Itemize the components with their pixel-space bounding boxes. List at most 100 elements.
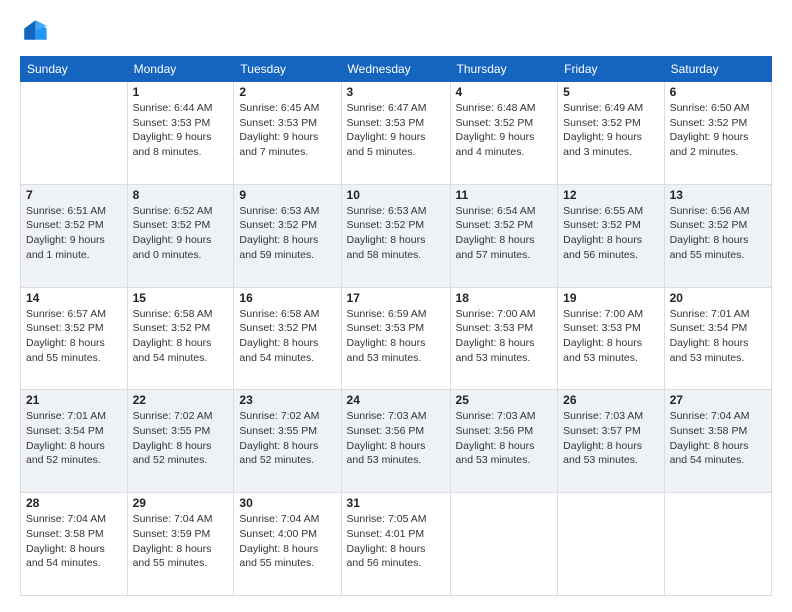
calendar-cell: 15Sunrise: 6:58 AM Sunset: 3:52 PM Dayli…	[127, 287, 234, 390]
cell-day-number: 20	[670, 291, 766, 305]
cell-info: Sunrise: 7:04 AM Sunset: 3:58 PM Dayligh…	[670, 409, 766, 468]
cell-day-number: 1	[133, 85, 229, 99]
calendar-cell: 1 Sunrise: 6:44 AM Sunset: 3:53 PM Daylig…	[127, 82, 234, 185]
cell-info: Sunrise: 7:04 AM Sunset: 3:58 PM Dayligh…	[26, 512, 122, 571]
calendar-cell: 19Sunrise: 7:00 AM Sunset: 3:53 PM Dayli…	[558, 287, 664, 390]
calendar-week-4: 28 Sunrise: 7:04 AM Sunset: 3:58 PM Dayli…	[21, 493, 772, 596]
logo-icon	[20, 16, 48, 44]
calendar-cell: 20 Sunrise: 7:01 AM Sunset: 3:54 PM Dayli…	[664, 287, 771, 390]
weekday-header-saturday: Saturday	[664, 57, 771, 82]
cell-day-number: 23	[239, 393, 335, 407]
calendar-table: SundayMondayTuesdayWednesdayThursdayFrid…	[20, 56, 772, 596]
calendar-cell: 11Sunrise: 6:54 AM Sunset: 3:52 PM Dayli…	[450, 184, 558, 287]
calendar-cell: 14 Sunrise: 6:57 AM Sunset: 3:52 PM Dayli…	[21, 287, 128, 390]
calendar-cell: 26 Sunrise: 7:03 AM Sunset: 3:57 PM Dayli…	[558, 390, 664, 493]
cell-day-number: 5	[563, 85, 658, 99]
cell-day-number: 18	[456, 291, 553, 305]
weekday-header-wednesday: Wednesday	[341, 57, 450, 82]
calendar-cell: 3 Sunrise: 6:47 AM Sunset: 3:53 PM Daylig…	[341, 82, 450, 185]
cell-info: Sunrise: 7:02 AM Sunset: 3:55 PM Dayligh…	[133, 409, 229, 468]
calendar-cell: 27 Sunrise: 7:04 AM Sunset: 3:58 PM Dayli…	[664, 390, 771, 493]
cell-info: Sunrise: 7:02 AM Sunset: 3:55 PM Dayligh…	[239, 409, 335, 468]
cell-day-number: 29	[133, 496, 229, 510]
cell-info: Sunrise: 6:54 AM Sunset: 3:52 PM Dayligh…	[456, 204, 553, 263]
cell-info: Sunrise: 7:04 AM Sunset: 4:00 PM Dayligh…	[239, 512, 335, 571]
cell-day-number: 6	[670, 85, 766, 99]
calendar-week-3: 21Sunrise: 7:01 AM Sunset: 3:54 PM Dayli…	[21, 390, 772, 493]
cell-day-number: 13	[670, 188, 766, 202]
calendar-cell: 12Sunrise: 6:55 AM Sunset: 3:52 PM Dayli…	[558, 184, 664, 287]
page-header	[20, 16, 772, 44]
calendar-cell: 8 Sunrise: 6:52 AM Sunset: 3:52 PM Daylig…	[127, 184, 234, 287]
calendar-cell: 23 Sunrise: 7:02 AM Sunset: 3:55 PM Dayli…	[234, 390, 341, 493]
cell-day-number: 25	[456, 393, 553, 407]
cell-day-number: 16	[239, 291, 335, 305]
calendar-cell	[21, 82, 128, 185]
cell-day-number: 14	[26, 291, 122, 305]
cell-info: Sunrise: 6:47 AM Sunset: 3:53 PM Dayligh…	[347, 101, 445, 160]
cell-info: Sunrise: 6:45 AM Sunset: 3:53 PM Dayligh…	[239, 101, 335, 160]
cell-day-number: 17	[347, 291, 445, 305]
calendar-cell: 21Sunrise: 7:01 AM Sunset: 3:54 PM Dayli…	[21, 390, 128, 493]
weekday-header-friday: Friday	[558, 57, 664, 82]
calendar-cell: 25Sunrise: 7:03 AM Sunset: 3:56 PM Dayli…	[450, 390, 558, 493]
calendar-week-0: 1 Sunrise: 6:44 AM Sunset: 3:53 PM Daylig…	[21, 82, 772, 185]
cell-info: Sunrise: 7:01 AM Sunset: 3:54 PM Dayligh…	[670, 307, 766, 366]
calendar-cell: 9 Sunrise: 6:53 AM Sunset: 3:52 PM Daylig…	[234, 184, 341, 287]
cell-day-number: 22	[133, 393, 229, 407]
cell-info: Sunrise: 6:44 AM Sunset: 3:53 PM Dayligh…	[133, 101, 229, 160]
cell-day-number: 8	[133, 188, 229, 202]
calendar-cell: 2Sunrise: 6:45 AM Sunset: 3:53 PM Daylig…	[234, 82, 341, 185]
calendar-cell: 5 Sunrise: 6:49 AM Sunset: 3:52 PM Daylig…	[558, 82, 664, 185]
cell-info: Sunrise: 6:57 AM Sunset: 3:52 PM Dayligh…	[26, 307, 122, 366]
cell-info: Sunrise: 7:00 AM Sunset: 3:53 PM Dayligh…	[456, 307, 553, 366]
cell-info: Sunrise: 6:48 AM Sunset: 3:52 PM Dayligh…	[456, 101, 553, 160]
calendar-cell: 4 Sunrise: 6:48 AM Sunset: 3:52 PM Daylig…	[450, 82, 558, 185]
cell-day-number: 4	[456, 85, 553, 99]
weekday-header-thursday: Thursday	[450, 57, 558, 82]
cell-info: Sunrise: 6:53 AM Sunset: 3:52 PM Dayligh…	[347, 204, 445, 263]
cell-day-number: 26	[563, 393, 658, 407]
calendar-cell: 17 Sunrise: 6:59 AM Sunset: 3:53 PM Dayli…	[341, 287, 450, 390]
calendar-cell: 29 Sunrise: 7:04 AM Sunset: 3:59 PM Dayli…	[127, 493, 234, 596]
cell-day-number: 7	[26, 188, 122, 202]
cell-info: Sunrise: 6:50 AM Sunset: 3:52 PM Dayligh…	[670, 101, 766, 160]
cell-day-number: 10	[347, 188, 445, 202]
cell-info: Sunrise: 6:56 AM Sunset: 3:52 PM Dayligh…	[670, 204, 766, 263]
cell-info: Sunrise: 7:04 AM Sunset: 3:59 PM Dayligh…	[133, 512, 229, 571]
cell-info: Sunrise: 7:03 AM Sunset: 3:56 PM Dayligh…	[347, 409, 445, 468]
cell-info: Sunrise: 6:49 AM Sunset: 3:52 PM Dayligh…	[563, 101, 658, 160]
cell-info: Sunrise: 6:59 AM Sunset: 3:53 PM Dayligh…	[347, 307, 445, 366]
weekday-header-tuesday: Tuesday	[234, 57, 341, 82]
calendar-cell	[558, 493, 664, 596]
cell-info: Sunrise: 6:53 AM Sunset: 3:52 PM Dayligh…	[239, 204, 335, 263]
calendar-cell	[664, 493, 771, 596]
cell-day-number: 3	[347, 85, 445, 99]
calendar-cell: 7Sunrise: 6:51 AM Sunset: 3:52 PM Daylig…	[21, 184, 128, 287]
calendar-cell: 24 Sunrise: 7:03 AM Sunset: 3:56 PM Dayli…	[341, 390, 450, 493]
cell-day-number: 31	[347, 496, 445, 510]
calendar-week-1: 7Sunrise: 6:51 AM Sunset: 3:52 PM Daylig…	[21, 184, 772, 287]
cell-info: Sunrise: 6:55 AM Sunset: 3:52 PM Dayligh…	[563, 204, 658, 263]
cell-day-number: 19	[563, 291, 658, 305]
cell-day-number: 28	[26, 496, 122, 510]
cell-day-number: 27	[670, 393, 766, 407]
logo	[20, 16, 52, 44]
weekday-header-monday: Monday	[127, 57, 234, 82]
cell-info: Sunrise: 7:03 AM Sunset: 3:57 PM Dayligh…	[563, 409, 658, 468]
weekday-header-row: SundayMondayTuesdayWednesdayThursdayFrid…	[21, 57, 772, 82]
calendar-cell: 6 Sunrise: 6:50 AM Sunset: 3:52 PM Daylig…	[664, 82, 771, 185]
calendar-cell	[450, 493, 558, 596]
calendar-cell: 22 Sunrise: 7:02 AM Sunset: 3:55 PM Dayli…	[127, 390, 234, 493]
cell-day-number: 24	[347, 393, 445, 407]
cell-day-number: 9	[239, 188, 335, 202]
cell-info: Sunrise: 6:52 AM Sunset: 3:52 PM Dayligh…	[133, 204, 229, 263]
calendar-cell: 10 Sunrise: 6:53 AM Sunset: 3:52 PM Dayli…	[341, 184, 450, 287]
weekday-header-sunday: Sunday	[21, 57, 128, 82]
calendar-week-2: 14 Sunrise: 6:57 AM Sunset: 3:52 PM Dayli…	[21, 287, 772, 390]
cell-day-number: 15	[133, 291, 229, 305]
calendar-cell: 18 Sunrise: 7:00 AM Sunset: 3:53 PM Dayli…	[450, 287, 558, 390]
cell-info: Sunrise: 6:58 AM Sunset: 3:52 PM Dayligh…	[239, 307, 335, 366]
cell-day-number: 21	[26, 393, 122, 407]
cell-day-number: 30	[239, 496, 335, 510]
